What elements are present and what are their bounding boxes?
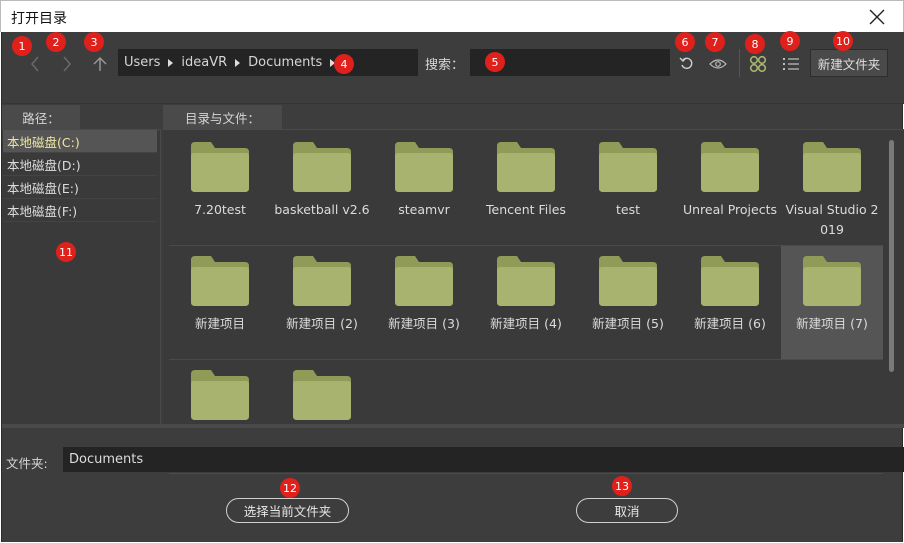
file-dialog: Users ideaVR Documents 搜索： 新建文件夹 路径： 本地磁…: [1, 32, 904, 542]
toolbar: Users ideaVR Documents 搜索： 新建文件夹: [2, 32, 904, 94]
folder-icon: [497, 256, 555, 306]
folder-item[interactable]: 7.20test: [169, 132, 271, 245]
folder-item[interactable]: 新建项目 (7): [781, 246, 883, 359]
folder-icon: [191, 370, 249, 420]
folder-name: 新建项目 (3): [388, 316, 460, 331]
folder-icon: [191, 142, 249, 192]
drive-item-f[interactable]: 本地磁盘(F:): [3, 199, 157, 222]
panel-divider: [2, 424, 904, 428]
folder-item[interactable]: 新建项目 (4): [475, 246, 577, 359]
breadcrumb-separator-icon: [168, 58, 174, 67]
close-icon[interactable]: [865, 5, 889, 29]
cancel-button[interactable]: 取消: [576, 498, 678, 523]
title-bar: 打开目录: [0, 0, 904, 32]
folder-icon: [293, 256, 351, 306]
search-label: 搜索：: [425, 58, 465, 73]
folder-icon: [395, 256, 453, 306]
annotation-marker: 6: [675, 32, 695, 52]
breadcrumb-separator-icon: [235, 58, 241, 67]
folder-item[interactable]: 新建项目 (2): [271, 246, 373, 359]
tab-files: 目录与文件：: [163, 105, 282, 129]
folder-name: steamvr: [398, 202, 450, 217]
annotation-marker: 12: [280, 478, 300, 498]
list-view-icon[interactable]: [779, 53, 803, 75]
breadcrumb-item[interactable]: Users: [120, 55, 164, 70]
folder-icon: [701, 256, 759, 306]
grid-view-icon[interactable]: [746, 53, 770, 75]
file-grid-row: 7.20test basketball v2.6 steamvr Tencent Fi…: [169, 132, 883, 246]
folder-name: Unreal Projects: [682, 202, 777, 217]
new-folder-button[interactable]: 新建文件夹: [810, 49, 888, 77]
drive-item-c[interactable]: 本地磁盘(C:): [3, 130, 157, 153]
folder-icon: [803, 142, 861, 192]
folder-icon: [599, 142, 657, 192]
annotation-marker: 8: [745, 34, 765, 54]
folder-icon: [497, 142, 555, 192]
folder-item[interactable]: Tencent Files: [475, 132, 577, 245]
drive-item-d[interactable]: 本地磁盘(D:): [3, 153, 157, 176]
folder-item[interactable]: test: [577, 132, 679, 245]
chevron-left-icon[interactable]: [23, 53, 47, 75]
chevron-right-icon[interactable]: [55, 53, 79, 75]
folder-icon: [191, 256, 249, 306]
folder-item[interactable]: steamvr: [373, 132, 475, 245]
paths-panel: 本地磁盘(C:) 本地磁盘(D:) 本地磁盘(E:) 本地磁盘(F:): [2, 129, 161, 424]
annotation-marker: 7: [705, 32, 725, 52]
folder-name: 新建项目 (4): [490, 316, 562, 331]
folder-item[interactable]: Unreal Projects: [679, 132, 781, 245]
folder-name: basketball v2.6: [274, 202, 370, 217]
folder-name: 7.20test: [194, 202, 246, 217]
annotation-marker: 5: [485, 52, 505, 72]
folder-label: 文件夹:: [6, 456, 48, 471]
annotation-marker: 13: [612, 476, 632, 496]
folder-item[interactable]: 新建项目: [169, 246, 271, 359]
folder-item[interactable]: 新建项目 (5): [577, 246, 679, 359]
breadcrumb: Users ideaVR Documents: [118, 49, 418, 76]
file-grid: 7.20test basketball v2.6 steamvr Tencent Fi…: [169, 132, 883, 474]
annotation-marker: 9: [780, 31, 800, 51]
folder-name: 新建项目 (5): [592, 316, 664, 331]
folder-item[interactable]: basketball v2.6: [271, 132, 373, 245]
folder-icon: [293, 370, 351, 420]
toolbar-bottom-strip: [2, 94, 904, 104]
window-title: 打开目录: [11, 11, 67, 27]
annotation-marker: 3: [84, 32, 104, 52]
annotation-marker: 4: [334, 54, 354, 74]
folder-name: 新建项目 (6): [694, 316, 766, 331]
eye-icon[interactable]: [706, 53, 730, 75]
folder-icon: [701, 142, 759, 192]
folder-icon: [395, 142, 453, 192]
folder-name: 新建项目 (7): [796, 316, 868, 331]
folder-item[interactable]: Visual Studio 2019: [781, 132, 883, 245]
file-grid-row: 新建项目 新建项目 (2) 新建项目 (3) 新建项目 (4) 新建项目 (5) 新建项目…: [169, 246, 883, 360]
scrollbar[interactable]: [889, 140, 894, 372]
folder-item[interactable]: 新建项目 (6): [679, 246, 781, 359]
breadcrumb-item[interactable]: Documents: [244, 55, 326, 70]
annotation-marker: 11: [56, 242, 76, 262]
breadcrumb-item[interactable]: ideaVR: [177, 55, 231, 70]
refresh-icon[interactable]: [675, 53, 699, 75]
folder-icon: [599, 256, 657, 306]
folder-name: Tencent Files: [486, 202, 566, 217]
folder-name: test: [615, 202, 640, 217]
folder-name: Visual Studio 2019: [785, 202, 879, 237]
folder-icon: [293, 142, 351, 192]
folder-icon: [803, 256, 861, 306]
folder-name: 新建项目: [194, 316, 245, 331]
toolbar-divider: [739, 49, 740, 77]
files-panel: 7.20test basketball v2.6 steamvr Tencent Fi…: [163, 129, 904, 474]
annotation-marker: 10: [833, 31, 853, 51]
folder-item[interactable]: 新建项目 (3): [373, 246, 475, 359]
annotation-marker: 2: [46, 32, 66, 52]
folder-name-field[interactable]: [63, 447, 904, 472]
tab-paths: 路径：: [2, 105, 80, 129]
annotation-marker: 1: [12, 36, 32, 56]
arrow-up-icon[interactable]: [88, 53, 112, 75]
drive-item-e[interactable]: 本地磁盘(E:): [3, 176, 157, 199]
select-folder-button[interactable]: 选择当前文件夹: [226, 498, 349, 523]
folder-name: 新建项目 (2): [286, 316, 358, 331]
